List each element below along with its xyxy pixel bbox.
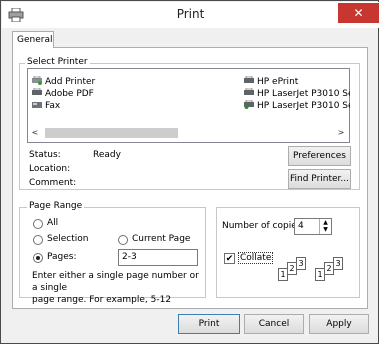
- printer-icon: [244, 76, 254, 83]
- scroll-right-arrow-icon[interactable]: >: [335, 126, 347, 140]
- spinner-down-icon[interactable]: ▼: [319, 226, 331, 234]
- print-dialog: Print ✕ General Select Printer Add Print…: [0, 0, 379, 344]
- fax-icon: [32, 102, 42, 108]
- printer-column-left: Add Printer Adobe PDF Fax: [32, 76, 212, 112]
- default-printer-icon: [244, 100, 254, 109]
- collate-illustration-1: 1 2 3: [278, 257, 312, 285]
- tab-general-label: General: [17, 35, 53, 45]
- printer-item-hp-laserjet-2[interactable]: HP LaserJet P3010 Ser: [244, 100, 350, 112]
- pages-input[interactable]: 2-3: [118, 249, 198, 266]
- radio-all[interactable]: [33, 219, 43, 229]
- radio-current-page[interactable]: [118, 235, 128, 245]
- tab-general[interactable]: General: [12, 31, 54, 48]
- cancel-button[interactable]: Cancel: [244, 314, 304, 334]
- radio-all-label: All: [47, 218, 59, 228]
- printer-item-hp-eprint[interactable]: HP ePrint: [244, 76, 350, 88]
- close-button[interactable]: ✕: [338, 3, 379, 23]
- spinner-up-icon[interactable]: ▲: [319, 219, 331, 226]
- radio-pages-label: Pages:: [47, 252, 77, 262]
- printer-item-hp-laserjet-1[interactable]: HP LaserJet P3010 Ser: [244, 88, 350, 100]
- status-label: Status:: [29, 150, 61, 160]
- find-printer-button[interactable]: Find Printer...: [288, 169, 351, 189]
- printer-label: Fax: [45, 101, 61, 111]
- page-range-help-text: Enter either a single page number or a s…: [32, 270, 204, 306]
- collate-page: 3: [333, 257, 343, 270]
- add-printer-icon: [32, 76, 42, 85]
- printer-item-adobe-pdf[interactable]: Adobe PDF: [32, 88, 212, 100]
- printer-list[interactable]: Add Printer Adobe PDF Fax HP ePrint HP L…: [27, 68, 350, 143]
- help-text-line-1: Enter either a single page number or a s…: [32, 271, 199, 293]
- copies-input[interactable]: 4 ▲ ▼: [294, 218, 332, 235]
- printer-item-fax[interactable]: Fax: [32, 100, 212, 112]
- scroll-left-arrow-icon[interactable]: <: [29, 126, 41, 140]
- printer-item-add-printer[interactable]: Add Printer: [32, 76, 212, 88]
- printer-label: Adobe PDF: [45, 89, 94, 99]
- help-text-line-2: page range. For example, 5-12: [32, 295, 172, 305]
- printer-label: HP LaserJet P3010 Ser: [257, 89, 350, 99]
- location-label: Location:: [29, 164, 71, 174]
- printer-column-right: HP ePrint HP LaserJet P3010 Ser HP Laser…: [244, 76, 350, 112]
- window-title: Print: [176, 7, 205, 21]
- select-printer-legend: Select Printer: [25, 57, 90, 67]
- horizontal-scrollbar-thumb[interactable]: [45, 128, 178, 138]
- print-button[interactable]: Print: [178, 314, 240, 334]
- number-of-copies-label: Number of copies:: [222, 221, 305, 231]
- title-bar: Print ✕: [2, 2, 379, 28]
- printer-label: HP LaserJet P3010 Ser: [257, 101, 350, 111]
- checkmark-icon: ✔: [225, 254, 234, 264]
- collate-checkbox[interactable]: ✔: [224, 253, 235, 264]
- preferences-button[interactable]: Preferences: [288, 146, 351, 166]
- collate-illustration-2: 1 2 3: [315, 257, 349, 285]
- status-value: Ready: [93, 150, 121, 160]
- apply-button[interactable]: Apply: [309, 314, 369, 334]
- radio-selection[interactable]: [33, 235, 43, 245]
- radio-selection-label: Selection: [47, 234, 89, 244]
- radio-current-page-label: Current Page: [132, 234, 191, 244]
- printer-icon: [32, 88, 42, 95]
- page-range-legend: Page Range: [27, 201, 85, 211]
- printer-label: HP ePrint: [257, 77, 299, 87]
- printer-icon: [244, 88, 254, 95]
- comment-label: Comment:: [29, 178, 77, 188]
- printer-label: Add Printer: [45, 77, 96, 87]
- copies-value: 4: [298, 221, 304, 231]
- radio-pages[interactable]: [33, 253, 43, 263]
- collate-page: 3: [296, 257, 306, 270]
- close-icon: ✕: [353, 6, 364, 20]
- collate-label: Collate: [238, 252, 274, 264]
